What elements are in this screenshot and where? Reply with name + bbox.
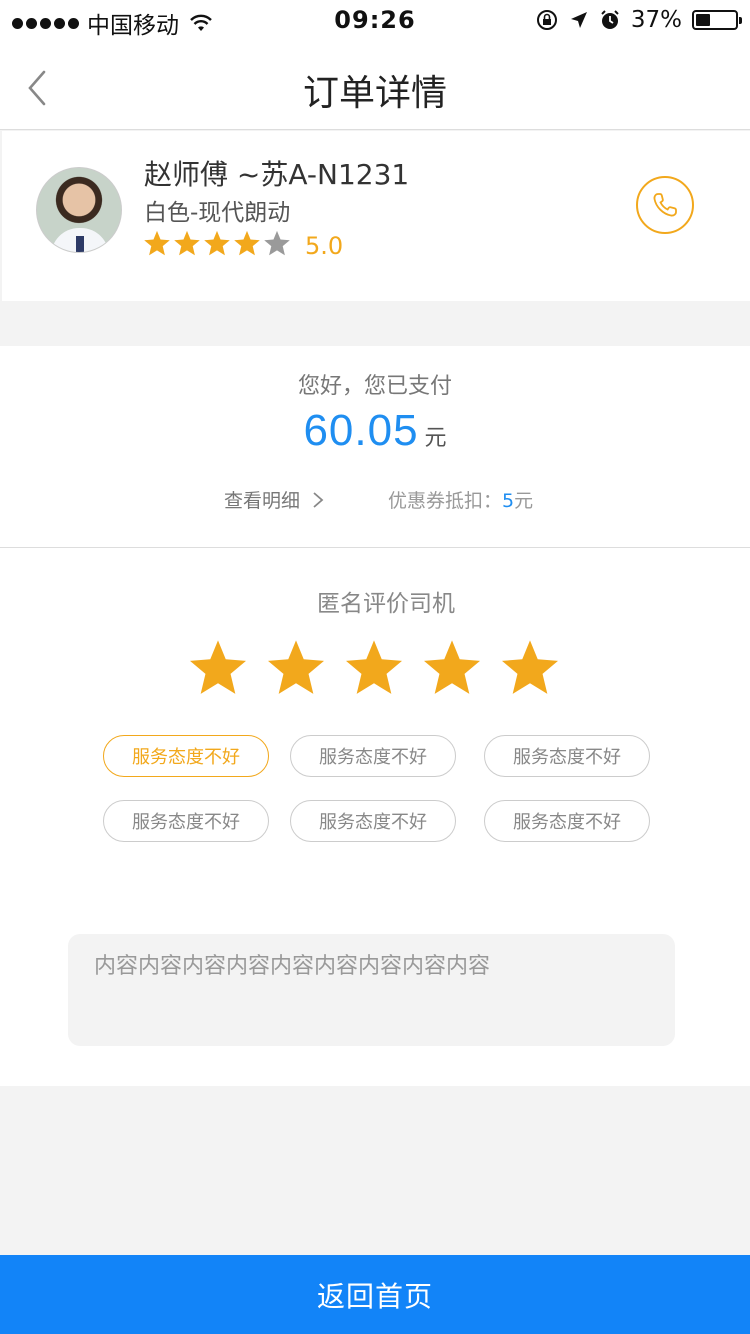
rotation-lock-icon [536, 10, 557, 30]
driver-avatar [36, 167, 122, 253]
star-icon [144, 230, 170, 256]
car-info: 白色-现代朗动 [144, 200, 291, 226]
review-tag[interactable]: 服务态度不好 [484, 735, 650, 777]
payment-greeting: 您好，您已支付 [297, 374, 452, 399]
page-title: 订单详情 [302, 73, 447, 114]
payment-unit: 元 [424, 426, 447, 451]
payment-amount-row: 60.05 元 [0, 406, 750, 456]
status-bar: 中国移动 09:26 37% [0, 0, 750, 40]
coupon-unit: 元 [514, 490, 534, 512]
view-details-label: 查看明细 [224, 490, 301, 512]
coupon-value: 5 [502, 490, 515, 512]
nav-bar: 订单详情 [0, 40, 750, 130]
battery-icon [692, 10, 742, 30]
driver-name: 赵师傅 ~苏A-N1231 [144, 158, 410, 191]
return-home-button[interactable]: 返回首页 [0, 1255, 750, 1334]
rating-star-icon[interactable] [264, 636, 328, 698]
payment-amount: 60.05 [303, 406, 419, 455]
rating-star-icon[interactable] [342, 636, 406, 698]
payment-card: 您好，您已支付 60.05 元 查看明细 优惠券抵扣：5元 [0, 346, 750, 548]
star-icon [264, 230, 290, 256]
star-icon [234, 230, 260, 256]
driver-rating-stars [142, 229, 292, 257]
chevron-right-icon [313, 491, 324, 508]
review-tag[interactable]: 服务态度不好 [103, 735, 269, 777]
review-tag[interactable]: 服务态度不好 [103, 800, 269, 842]
star-icon [174, 230, 200, 256]
rating-card: 匿名评价司机 服务态度不好 服务态度不好 服务态度不好 服务态度不好 服务态度不… [0, 548, 750, 1086]
review-tag[interactable]: 服务态度不好 [484, 800, 650, 842]
phone-icon [653, 193, 677, 217]
comment-input[interactable]: 内容内容内容内容内容内容内容内容内容 [68, 934, 675, 1046]
rating-stars [186, 636, 562, 698]
rating-star-icon[interactable] [498, 636, 562, 698]
coupon-discount: 优惠券抵扣：5元 [388, 486, 533, 513]
review-tag[interactable]: 服务态度不好 [290, 800, 456, 842]
rating-star-icon[interactable] [186, 636, 250, 698]
location-arrow-icon [570, 12, 587, 28]
rating-star-icon[interactable] [420, 636, 484, 698]
driver-card: 赵师傅 ~苏A-N1231 白色-现代朗动 5.0 [2, 131, 750, 301]
rating-title: 匿名评价司机 [317, 591, 455, 617]
call-driver-button[interactable] [636, 176, 694, 234]
status-right: 37% [535, 7, 742, 33]
battery-percentage: 37% [630, 7, 682, 33]
driver-score: 5.0 [305, 232, 344, 260]
star-icon [204, 230, 230, 256]
review-tag[interactable]: 服务态度不好 [290, 735, 456, 777]
view-details-link[interactable]: 查看明细 [224, 486, 324, 513]
coupon-label: 优惠券抵扣： [388, 490, 503, 512]
alarm-icon [601, 10, 619, 29]
